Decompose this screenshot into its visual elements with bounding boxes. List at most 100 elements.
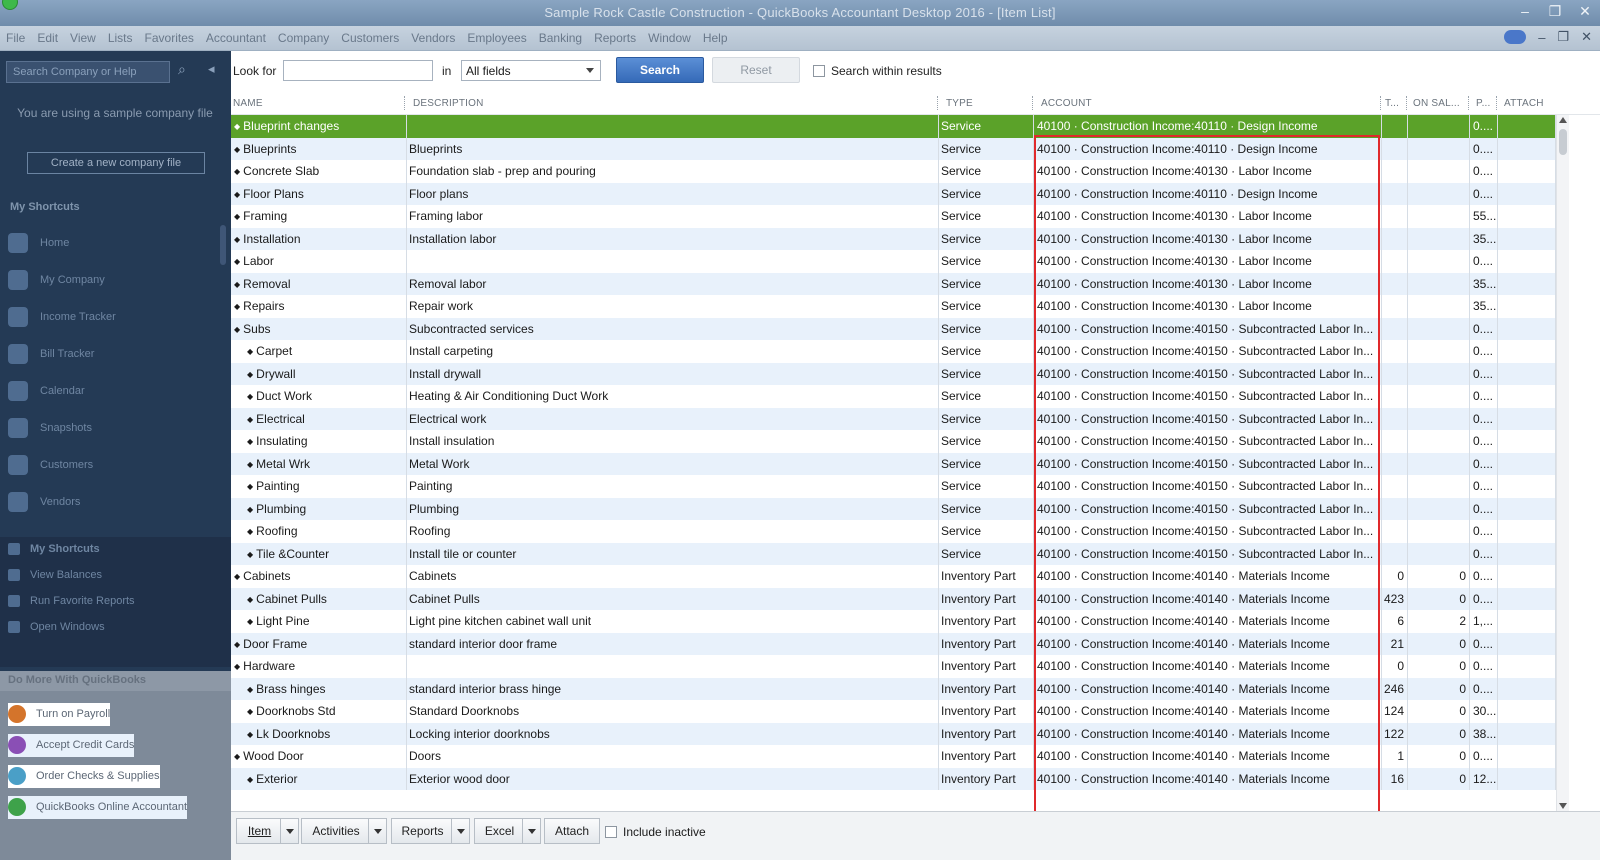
item-price-cell[interactable]: 35.... [1470,295,1498,318]
menu-item-window[interactable]: Window [648,31,691,45]
item-on-sales-order-cell[interactable] [1408,160,1470,183]
item-price-cell[interactable]: 30.... [1470,700,1498,723]
item-account-cell[interactable]: 40100 · Construction Income:40150 · Subc… [1034,407,1382,430]
item-price-cell[interactable]: 0.... [1470,182,1498,205]
col-header-type[interactable]: TYPE [946,98,973,109]
item-type-cell[interactable]: Service [939,295,1034,318]
item-attach-cell[interactable] [1498,722,1556,745]
item-name-cell[interactable]: ◆ Electrical [231,407,407,430]
item-on-sales-order-cell[interactable] [1408,205,1470,228]
item-total-quantity-cell[interactable] [1382,160,1408,183]
menu-item-banking[interactable]: Banking [539,31,582,45]
scroll-thumb[interactable] [1559,129,1567,155]
item-price-cell[interactable]: 0.... [1470,430,1498,453]
item-price-cell[interactable]: 0.... [1470,362,1498,385]
item-on-sales-order-cell[interactable] [1408,272,1470,295]
item-account-cell[interactable]: 40100 · Construction Income:40150 · Subc… [1034,317,1382,340]
item-price-cell[interactable]: 0.... [1470,160,1498,183]
item-description-cell[interactable]: Roofing [407,520,939,543]
item-description-cell[interactable]: Installation labor [407,227,939,250]
item-total-quantity-cell[interactable] [1382,475,1408,498]
table-row[interactable]: ◆ Door Frame standard interior door frame I… [231,632,1556,655]
item-account-cell[interactable]: 40100 · Construction Income:40150 · Subc… [1034,362,1382,385]
item-type-cell[interactable]: Inventory Part [939,677,1034,700]
item-account-cell[interactable]: 40100 · Construction Income:40110 · Desi… [1034,182,1382,205]
item-name-cell[interactable]: ◆ Painting [231,475,407,498]
item-description-cell[interactable]: standard interior brass hinge [407,677,939,700]
item-account-cell[interactable]: 40100 · Construction Income:40140 · Mate… [1034,722,1382,745]
item-attach-cell[interactable] [1498,745,1556,768]
nav-link-my-shortcuts[interactable]: My Shortcuts [8,543,100,555]
item-type-cell[interactable]: Service [939,340,1034,363]
col-resize-handle[interactable] [1468,96,1470,110]
item-total-quantity-cell[interactable] [1382,227,1408,250]
nav-item-home[interactable]: Home [8,233,69,253]
item-account-cell[interactable]: 40100 · Construction Income:40140 · Mate… [1034,587,1382,610]
table-row[interactable]: ◆ Carpet Install carpeting Service 40100 · C… [231,340,1556,363]
item-account-cell[interactable]: 40100 · Construction Income:40150 · Subc… [1034,385,1382,408]
child-restore-icon[interactable]: ❐ [1557,29,1569,45]
item-account-cell[interactable]: 40100 · Construction Income:40150 · Subc… [1034,452,1382,475]
item-description-cell[interactable]: Cabinet Pulls [407,587,939,610]
item-account-cell[interactable]: 40100 · Construction Income:40150 · Subc… [1034,520,1382,543]
item-name-cell[interactable]: ◆ Concrete Slab [231,160,407,183]
item-on-sales-order-cell[interactable]: 0 [1408,745,1470,768]
item-type-cell[interactable]: Service [939,272,1034,295]
table-row[interactable]: ◆ Brass hinges standard interior brass hin… [231,677,1556,700]
item-account-cell[interactable]: 40100 · Construction Income:40130 · Labo… [1034,295,1382,318]
item-description-cell[interactable]: Removal labor [407,272,939,295]
item-type-cell[interactable]: Inventory Part [939,700,1034,723]
item-description-cell[interactable]: Exterior wood door [407,767,939,790]
col-header-description[interactable]: DESCRIPTION [413,98,484,109]
item-name-cell[interactable]: ◆ Blueprint changes [231,115,407,138]
item-description-cell[interactable]: Repair work [407,295,939,318]
item-name-cell[interactable]: ◆ Metal Wrk [231,452,407,475]
menu-item-company[interactable]: Company [278,31,329,45]
search-icon[interactable]: ⌕ [178,61,196,79]
item-description-cell[interactable]: Blueprints [407,137,939,160]
item-description-cell[interactable]: Light pine kitchen cabinet wall unit [407,610,939,633]
col-header-total-quantity[interactable]: T... [1385,98,1399,109]
scroll-down-icon[interactable] [1559,803,1567,809]
menu-item-file[interactable]: File [6,31,25,45]
item-account-cell[interactable]: 40100 · Construction Income:40130 · Labo… [1034,272,1382,295]
excel-menu-button[interactable]: Excel [474,818,541,844]
more-item-turn-on-payroll[interactable]: Turn on Payroll [8,703,111,726]
item-price-cell[interactable]: 12.... [1470,767,1498,790]
item-total-quantity-cell[interactable] [1382,407,1408,430]
item-name-cell[interactable]: ◆ Plumbing [231,497,407,520]
nav-item-bill-tracker[interactable]: Bill Tracker [8,344,94,364]
item-price-cell[interactable]: 0.... [1470,745,1498,768]
reports-dropdown-icon[interactable] [451,819,469,843]
item-type-cell[interactable]: Service [939,137,1034,160]
nav-item-my-company[interactable]: My Company [8,270,105,290]
table-row[interactable]: ◆ Floor Plans Floor plans Service 40100 · Co… [231,182,1556,205]
nav-item-income-tracker[interactable]: Income Tracker [8,307,116,327]
item-price-cell[interactable]: 0.... [1470,475,1498,498]
item-total-quantity-cell[interactable] [1382,362,1408,385]
item-total-quantity-cell[interactable]: 16 [1382,767,1408,790]
restore-icon[interactable]: ❐ [1546,3,1564,20]
item-account-cell[interactable]: 40100 · Construction Income:40140 · Mate… [1034,745,1382,768]
item-type-cell[interactable]: Service [939,182,1034,205]
item-on-sales-order-cell[interactable] [1408,475,1470,498]
item-account-cell[interactable]: 40100 · Construction Income:40140 · Mate… [1034,767,1382,790]
item-total-quantity-cell[interactable]: 423 [1382,587,1408,610]
item-on-sales-order-cell[interactable] [1408,497,1470,520]
item-account-cell[interactable]: 40100 · Construction Income:40110 · Desi… [1034,137,1382,160]
item-description-cell[interactable]: Subcontracted services [407,317,939,340]
menu-item-customers[interactable]: Customers [341,31,399,45]
item-total-quantity-cell[interactable]: 246 [1382,677,1408,700]
item-attach-cell[interactable] [1498,632,1556,655]
child-close-icon[interactable]: ✕ [1581,29,1592,45]
item-attach-cell[interactable] [1498,452,1556,475]
table-row[interactable]: ◆ Drywall Install drywall Service 40100 · Co… [231,362,1556,385]
item-on-sales-order-cell[interactable]: 0 [1408,655,1470,678]
table-row[interactable]: ◆ Blueprint changes Service 40100 · Constru… [231,115,1556,138]
item-on-sales-order-cell[interactable] [1408,250,1470,273]
item-on-sales-order-cell[interactable]: 0 [1408,632,1470,655]
col-header-account[interactable]: ACCOUNT [1041,98,1092,109]
item-price-cell[interactable]: 0.... [1470,520,1498,543]
item-type-cell[interactable]: Service [939,385,1034,408]
item-name-cell[interactable]: ◆ Installation [231,227,407,250]
